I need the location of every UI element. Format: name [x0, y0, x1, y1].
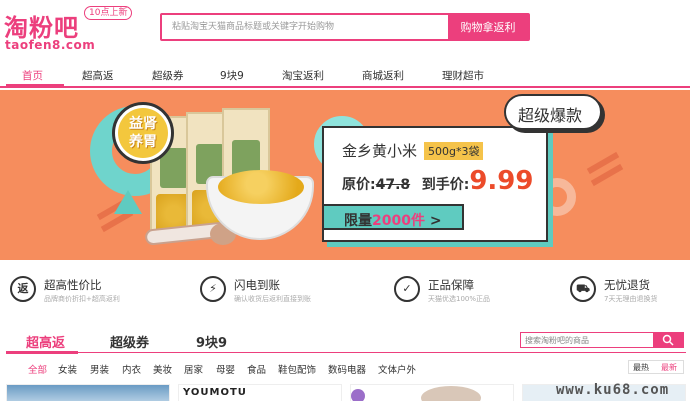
product-brand: YOUMOTU: [183, 387, 247, 398]
category-food[interactable]: 食品: [247, 362, 266, 376]
limited-quantity-button[interactable]: 限量2000件 >: [322, 204, 464, 230]
nav-item-9-9[interactable]: 9块9: [220, 68, 244, 83]
final-price-label: 到手价:: [421, 177, 470, 193]
category-all[interactable]: 全部: [28, 362, 47, 376]
brand-avatar: [351, 389, 365, 401]
product-title: 金乡黄小米: [342, 142, 418, 160]
original-price: 47.8: [375, 177, 411, 193]
search-icon: [662, 334, 674, 346]
nav-item-mall-rebate[interactable]: 商城返利: [362, 68, 404, 83]
nav-item-taobao-rebate[interactable]: 淘宝返利: [282, 68, 324, 83]
main-nav: 首页 超高返 超级券 9块9 淘宝返利 商城返利 理财超市: [0, 62, 690, 88]
truck-icon: ⛟: [570, 276, 596, 302]
product-spec: 500g*3袋: [424, 142, 484, 160]
health-badge-line1: 益肾: [129, 116, 157, 132]
feature-desc: 天猫优选100%正品: [428, 295, 491, 303]
site-watermark: www.ku68.com: [556, 382, 670, 398]
decor-triangle: [114, 190, 142, 214]
product-tabs: 超高返 超级券 9块9: [0, 320, 690, 354]
hot-deal-text: 超级爆款: [518, 106, 583, 125]
price-card: 金乡黄小米 500g*3袋 原价:47.8 到手价:9.99 限量2000件 >: [322, 126, 548, 242]
health-badge-inner: 益肾 养胃: [118, 108, 168, 158]
feature-desc: 7天无理由退换货: [604, 295, 658, 303]
main-search: 购物拿返利: [160, 13, 530, 41]
feature-title: 无忧退货: [604, 278, 650, 292]
site-header: 淘粉吧 taofen8.com 10点上新 购物拿返利: [0, 0, 690, 62]
tab-divider: [6, 352, 686, 353]
category-home[interactable]: 居家: [184, 362, 203, 376]
shield-check-icon: ✓: [394, 276, 420, 302]
tab-super-rebate[interactable]: 超高返: [26, 332, 65, 351]
original-price-label: 原价:: [342, 177, 376, 193]
nav-item-home[interactable]: 首页: [22, 68, 43, 83]
product-card[interactable]: [6, 384, 170, 401]
tab-super-coupon[interactable]: 超级券: [110, 332, 149, 351]
sort-toggle: 最热 最新: [628, 360, 684, 374]
category-shoes-bags[interactable]: 鞋包配饰: [278, 362, 316, 376]
feature-title: 正品保障: [428, 278, 474, 292]
nav-item-super-rebate[interactable]: 超高返: [82, 68, 114, 83]
sort-new[interactable]: 最新: [661, 362, 677, 373]
logo-domain: taofen8.com: [5, 38, 96, 52]
feature-desc: 确认收货后返利直接到账: [234, 295, 311, 303]
promo-banner[interactable]: 益肾 养胃 金乡黄小米 500g*3袋 原价:47.8 到手价:9.99 限量2…: [0, 90, 690, 260]
site-search-input[interactable]: [521, 333, 653, 347]
feature-title: 超高性价比: [44, 278, 102, 292]
category-underwear[interactable]: 内衣: [122, 362, 141, 376]
feature-desc: 品牌商价折扣+超高返利: [44, 295, 120, 303]
price-row: 原价:47.8 到手价:9.99: [342, 166, 534, 196]
feature-fast-payout: ⚡ 闪电到账 确认收货后返利直接到账: [200, 276, 370, 308]
product-card[interactable]: YOUMOTU: [178, 384, 342, 401]
site-search: [520, 332, 684, 348]
sort-hot[interactable]: 最热: [633, 362, 649, 373]
tab-active-indicator: [6, 351, 78, 354]
logo-update-tag: 10点上新: [84, 6, 133, 20]
nav-active-indicator: [6, 84, 64, 86]
nav-item-finance[interactable]: 理财超市: [442, 68, 484, 83]
feature-value: 返 超高性价比 品牌商价折扣+超高返利: [10, 276, 180, 308]
category-baby[interactable]: 母婴: [216, 362, 235, 376]
limited-quantity-text: 限量2000件 >: [344, 210, 442, 230]
category-beauty[interactable]: 美妆: [153, 362, 172, 376]
final-price: 9.99: [469, 166, 534, 196]
limit-prefix: 限量: [344, 213, 372, 229]
health-badge: 益肾 养胃: [112, 102, 174, 164]
nav-item-super-coupon[interactable]: 超级券: [152, 68, 184, 83]
category-sports[interactable]: 文体户外: [378, 362, 416, 376]
search-button[interactable]: 购物拿返利: [448, 15, 528, 39]
product-card[interactable]: [350, 384, 514, 401]
site-search-button[interactable]: [653, 333, 683, 347]
product-image: [421, 386, 481, 401]
feature-genuine: ✓ 正品保障 天猫优选100%正品: [394, 276, 564, 308]
health-badge-line2: 养胃: [129, 134, 157, 150]
category-men[interactable]: 男装: [90, 362, 109, 376]
millet: [218, 170, 304, 204]
category-electronics[interactable]: 数码电器: [328, 362, 366, 376]
feature-returns: ⛟ 无忧退货 7天无理由退换货: [570, 276, 690, 308]
category-women[interactable]: 女装: [58, 362, 77, 376]
rebate-icon: 返: [10, 276, 36, 302]
tab-9-9[interactable]: 9块9: [196, 332, 227, 351]
chevron-right-icon: >: [429, 213, 442, 229]
service-features: 返 超高性价比 品牌商价折扣+超高返利 ⚡ 闪电到账 确认收货后返利直接到账 ✓…: [0, 262, 690, 320]
feature-title: 闪电到账: [234, 278, 280, 292]
lightning-icon: ⚡: [200, 276, 226, 302]
site-logo[interactable]: 淘粉吧 taofen8.com 10点上新: [4, 6, 133, 52]
hot-deal-bubble: 超级爆款: [504, 94, 602, 130]
search-input[interactable]: [162, 15, 450, 39]
limit-number: 2000件: [372, 213, 425, 229]
category-filter: 全部 女装 男装 内衣 美妆 居家 母婴 食品 鞋包配饰 数码电器 文体户外 最…: [0, 356, 690, 378]
